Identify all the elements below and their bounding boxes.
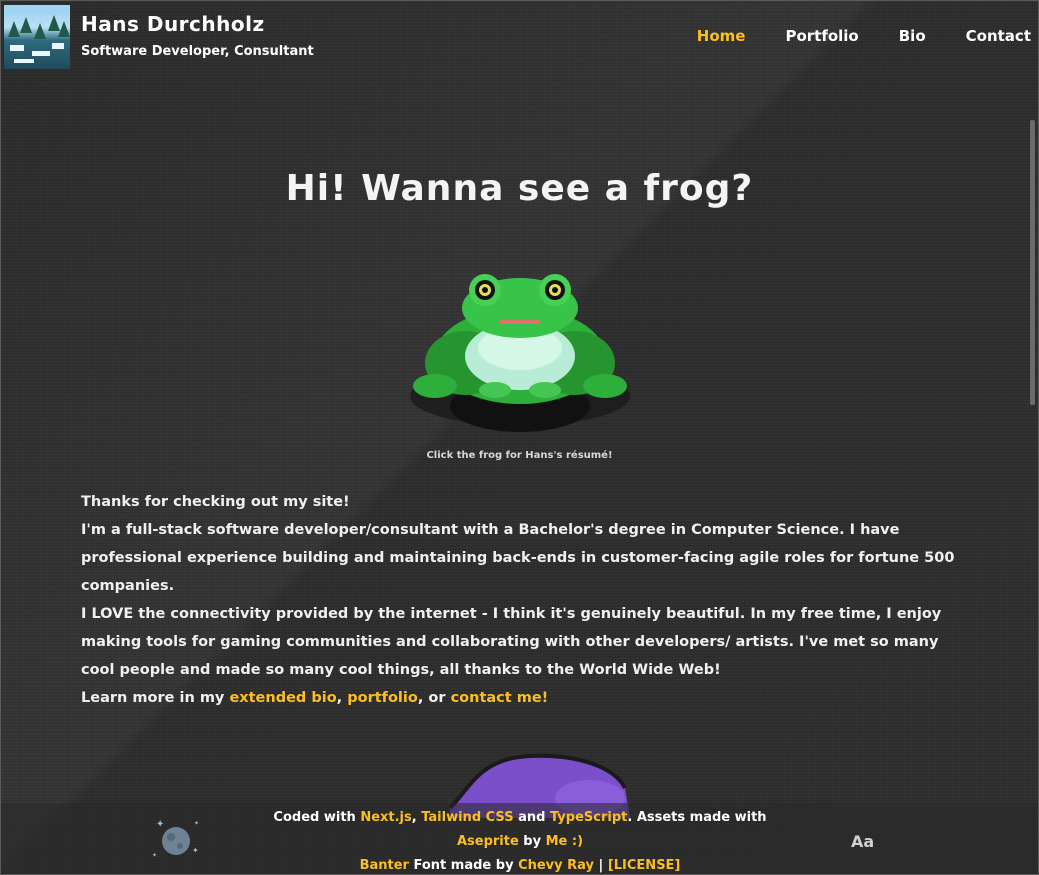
bio-intro: Thanks for checking out my site!	[81, 494, 350, 510]
license-link[interactable]: [LICENSE]	[608, 858, 681, 873]
portfolio-link[interactable]: portfolio	[347, 690, 418, 706]
pixel-frog-icon[interactable]	[405, 268, 640, 438]
page-background: Hans Durchholz Software Developer, Consu…	[0, 0, 1039, 875]
bio-paragraph-internet: I LOVE the connectivity provided by the …	[81, 606, 942, 678]
site-logo-icon[interactable]	[4, 5, 70, 69]
footer-and: and	[513, 810, 550, 825]
footer-assets-made-with: . Assets made with	[627, 810, 767, 825]
separator: , or	[417, 690, 451, 706]
tailwind-link[interactable]: Tailwind CSS	[421, 810, 513, 825]
site-title[interactable]: Hans Durchholz	[81, 12, 265, 36]
aseprite-link[interactable]: Aseprite	[457, 834, 519, 849]
font-toggle-button[interactable]: Aa	[851, 832, 874, 851]
moon-stars-icon[interactable]: ✦ ✦ ✦ ✦	[146, 813, 206, 869]
bio-section: Thanks for checking out my site! I'm a f…	[81, 488, 961, 712]
svg-text:✦: ✦	[156, 819, 164, 830]
footer-credits: Coded with Next.js, Tailwind CSS and Typ…	[270, 806, 770, 875]
bio-paragraph-experience: I'm a full-stack software developer/cons…	[81, 522, 955, 594]
nav-home[interactable]: Home	[697, 27, 746, 45]
main-nav: Home Portfolio Bio Contact	[697, 27, 1031, 45]
chevy-ray-link[interactable]: Chevy Ray	[518, 858, 594, 873]
separator: ,	[336, 690, 348, 706]
footer-coded-with: Coded with	[273, 810, 361, 825]
frog-caption: Click the frog for Hans's résumé!	[426, 450, 613, 461]
banter-font-link[interactable]: Banter	[360, 858, 409, 873]
page-headline: Hi! Wanna see a frog?	[285, 168, 754, 209]
footer-pipe: |	[594, 858, 608, 873]
site-subtitle: Software Developer, Consultant	[81, 44, 314, 59]
nav-contact[interactable]: Contact	[966, 27, 1031, 45]
extended-bio-link[interactable]: extended bio	[229, 690, 336, 706]
nav-bio[interactable]: Bio	[899, 27, 926, 45]
svg-text:✦: ✦	[194, 820, 199, 827]
footer-comma: ,	[411, 810, 422, 825]
footer-font-made-by: Font made by	[408, 858, 519, 873]
nav-portfolio[interactable]: Portfolio	[785, 27, 858, 45]
typescript-link[interactable]: TypeScript	[550, 810, 627, 825]
nextjs-link[interactable]: Next.js	[360, 810, 411, 825]
learn-more-prefix: Learn more in my	[81, 690, 230, 706]
me-link[interactable]: Me :)	[546, 834, 583, 849]
bio-learn-more: Learn more in my extended bio, portfolio…	[81, 684, 961, 712]
footer-by: by	[518, 834, 546, 849]
svg-text:✦: ✦	[192, 846, 199, 855]
svg-text:✦: ✦	[152, 852, 157, 859]
scrollbar-thumb[interactable]	[1030, 120, 1035, 405]
contact-me-link[interactable]: contact me!	[451, 690, 549, 706]
